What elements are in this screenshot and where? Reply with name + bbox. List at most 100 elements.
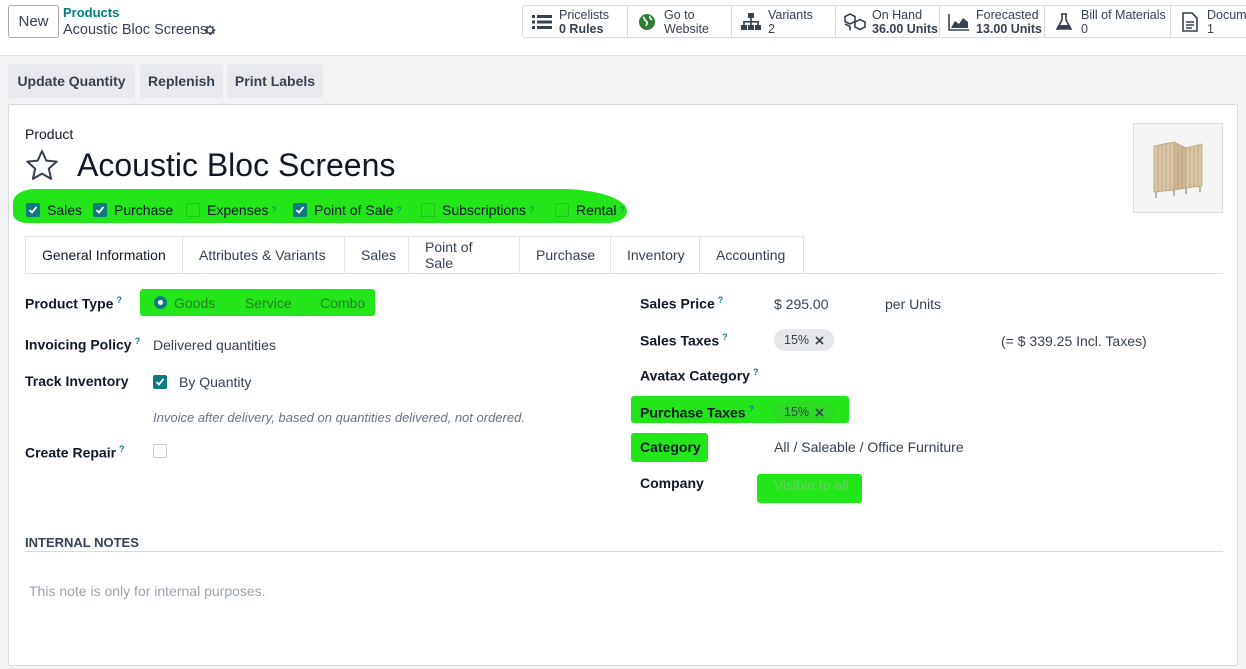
print-labels-button[interactable]: Print Labels [227, 64, 323, 98]
stat-label: Variants [768, 7, 813, 22]
help-tooltip[interactable]: ? [119, 444, 125, 454]
star-icon[interactable] [25, 149, 59, 181]
purchase-tax-tag[interactable]: 15% [774, 401, 835, 423]
product-type-service-radio[interactable]: Service [245, 295, 292, 311]
stat-value: 0 Rules [559, 21, 604, 36]
field-label-text: Purchase Taxes [640, 404, 746, 421]
product-type-label: Product Type? [25, 295, 122, 312]
help-tooltip[interactable]: ? [619, 205, 624, 215]
screen-image [1153, 141, 1203, 198]
globe-icon [636, 12, 658, 32]
tag-label: 15% [784, 333, 810, 347]
product-label: Product [25, 126, 74, 142]
documents-button[interactable]: Documents1 [1171, 6, 1246, 37]
tab-general-information[interactable]: General Information [25, 236, 183, 274]
sales-price-input[interactable]: $ 295.00 [774, 296, 829, 312]
invoice-policy-hint: Invoice after delivery, based on quantit… [153, 410, 525, 425]
close-icon[interactable] [815, 335, 824, 345]
rental-checkbox[interactable]: Rental? [555, 202, 624, 218]
stat-value: 13.00 Units [976, 21, 1043, 36]
gear-icon[interactable] [203, 23, 217, 37]
checkbox-unchecked-icon [153, 444, 167, 458]
product-name[interactable]: Acoustic Bloc Screens [77, 147, 395, 184]
flask-icon [1053, 12, 1075, 32]
stat-value: 36.00 Units [872, 21, 939, 36]
point-of-sale-checkbox[interactable]: Point of Sale? [293, 202, 401, 218]
track-inventory-label: Track Inventory [25, 373, 129, 389]
help-tooltip[interactable]: ? [722, 332, 728, 342]
expenses-checkbox[interactable]: Expenses? [186, 202, 277, 218]
stat-label: Bill of Materials [1081, 7, 1166, 22]
close-icon[interactable] [815, 407, 824, 417]
product-type-combo-radio[interactable]: Combo [320, 295, 365, 311]
go-to-website-button[interactable]: Go to Website [628, 6, 732, 37]
tabs-divider [25, 273, 1223, 274]
new-button[interactable]: New [8, 5, 59, 38]
notebook-tabs: General Information Attributes & Variant… [25, 236, 804, 274]
flag-label: Sales [47, 202, 83, 218]
stat-value: Website [664, 21, 709, 36]
track-inventory-checkbox[interactable]: By Quantity [153, 374, 251, 390]
sales-checkbox[interactable]: Sales [26, 202, 82, 218]
tracking-select[interactable]: By Quantity [179, 374, 251, 390]
help-tooltip[interactable]: ? [396, 205, 401, 215]
help-tooltip[interactable]: ? [135, 336, 141, 346]
breadcrumb-products[interactable]: Products [63, 5, 119, 20]
help-tooltip[interactable]: ? [529, 205, 534, 215]
variants-button[interactable]: Variants 2 [732, 6, 836, 37]
subscriptions-checkbox[interactable]: Subscriptions? [421, 202, 534, 218]
stat-label: On Hand [872, 7, 923, 22]
cubes-icon [844, 12, 866, 32]
internal-notes-editor[interactable]: This note is only for internal purposes. [29, 583, 266, 599]
field-label-text: Avatax Category [640, 367, 750, 384]
tab-point-of-sale[interactable]: Point of Sale [409, 236, 520, 274]
purchase-checkbox[interactable]: Purchase [93, 202, 173, 218]
flag-label: Subscriptions [442, 202, 527, 218]
company-select[interactable]: Visible to all [774, 477, 848, 493]
replenish-button[interactable]: Replenish [140, 64, 223, 98]
create-repair-checkbox[interactable] [153, 444, 174, 461]
flag-label: Purchase [114, 202, 174, 218]
internal-notes-title: INTERNAL NOTES [25, 535, 139, 550]
tab-accounting[interactable]: Accounting [700, 236, 804, 274]
radio-label: Goods [174, 295, 216, 311]
flag-label: Point of Sale [314, 202, 394, 218]
stat-value: 2 [768, 21, 775, 36]
invoicing-policy-label: Invoicing Policy? [25, 336, 140, 353]
flag-label: Rental [576, 202, 617, 218]
form-sheet: Product Acoustic Bloc Screens Sales Purc… [8, 104, 1238, 666]
help-tooltip[interactable]: ? [116, 295, 122, 305]
help-tooltip[interactable]: ? [271, 205, 276, 215]
company-label: Company [640, 475, 704, 491]
help-tooltip[interactable]: ? [718, 295, 724, 305]
category-select[interactable]: All / Saleable / Office Furniture [774, 439, 964, 455]
tab-attributes-variants[interactable]: Attributes & Variants [183, 236, 345, 274]
field-label-text: Product Type [25, 295, 114, 312]
list-icon [531, 12, 553, 32]
pricelists-button[interactable]: Pricelists 0 Rules [523, 6, 628, 37]
sales-taxes-label: Sales Taxes? [640, 332, 728, 349]
sitemap-icon [740, 12, 762, 32]
sales-tax-tag[interactable]: 15% [774, 329, 835, 351]
invoicing-policy-select[interactable]: Delivered quantities [153, 337, 276, 353]
checkbox-checked-icon [93, 203, 107, 217]
control-panel: New Products Acoustic Bloc Screens Price… [0, 0, 1246, 56]
checkbox-unchecked-icon [186, 203, 200, 217]
help-tooltip[interactable]: ? [749, 404, 755, 414]
product-image[interactable] [1133, 123, 1223, 213]
field-label-text: Sales Taxes [640, 332, 720, 349]
bill-of-materials-button[interactable]: Bill of Materials 0 [1045, 6, 1171, 37]
product-type-goods-radio[interactable]: Goods [154, 295, 215, 311]
forecasted-button[interactable]: Forecasted 13.00 Units [940, 6, 1045, 37]
tab-purchase[interactable]: Purchase [520, 236, 611, 274]
tab-inventory[interactable]: Inventory [611, 236, 700, 274]
update-quantity-button[interactable]: Update Quantity [8, 64, 135, 98]
on-hand-button[interactable]: On Hand 36.00 Units [836, 6, 940, 37]
stat-value: 1 [1207, 21, 1214, 36]
field-label-text: Sales Price [640, 295, 715, 312]
tab-sales[interactable]: Sales [345, 236, 409, 274]
sales-price-unit: per Units [885, 296, 942, 312]
stat-label: Pricelists [559, 7, 610, 22]
stat-label: Forecasted [976, 7, 1039, 22]
help-tooltip[interactable]: ? [753, 367, 759, 377]
